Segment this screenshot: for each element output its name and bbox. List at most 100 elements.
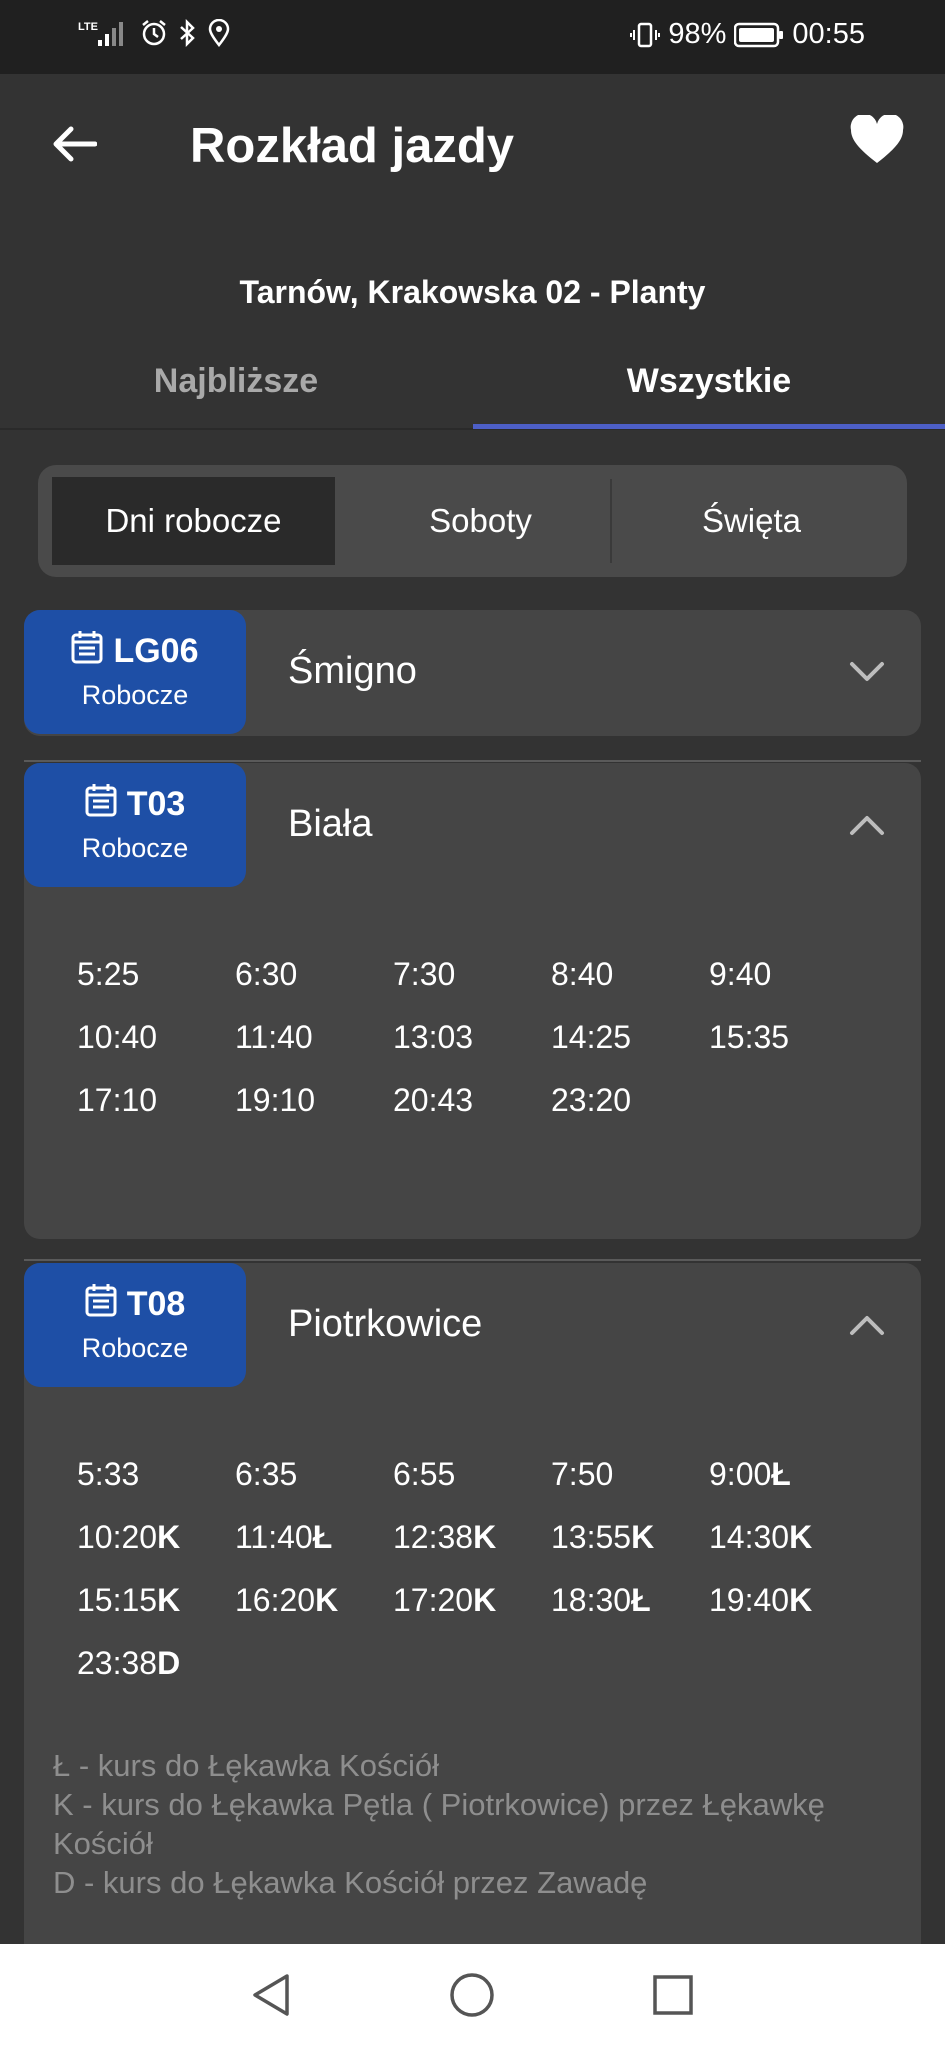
departure-time: 8:40 [551, 953, 709, 996]
departure-time: 9:00Ł [709, 1453, 867, 1496]
departure-time: 6:30 [235, 953, 393, 996]
line-number: T08 [126, 1285, 186, 1323]
time-value: 11:40 [235, 1519, 313, 1555]
square-recents-icon [652, 1974, 694, 2021]
time-value: 15:15 [77, 1582, 158, 1618]
svg-text:LTE: LTE [78, 21, 98, 33]
time-value: 8:40 [551, 956, 614, 992]
departure-time: 6:55 [393, 1453, 551, 1496]
departure-time: 7:30 [393, 953, 551, 996]
line-number: LG06 [113, 632, 199, 670]
departure-time: 13:55K [551, 1516, 709, 1559]
departure-time: 19:10 [235, 1079, 393, 1122]
time-mark: K [157, 1582, 181, 1618]
time-mark: D [157, 1645, 181, 1681]
stop-name: Tarnów, Krakowska 02 - Planty [239, 274, 706, 310]
triangle-back-icon [249, 1972, 293, 2023]
departure-time: 14:25 [551, 1016, 709, 1059]
legend-item: K - kurs do Łękawka Pętla ( Piotrkowice)… [53, 1787, 825, 1861]
time-value: 7:30 [393, 956, 456, 992]
time-value: 11:40 [235, 1019, 313, 1055]
departure-time: 15:15K [77, 1579, 235, 1622]
route-badge: T08 Robocze [24, 1263, 246, 1387]
departure-time: 15:35 [709, 1016, 867, 1059]
day-type-selector: Dni robocze Soboty Święta [38, 465, 907, 577]
day-label: Robocze [81, 1333, 189, 1363]
route-badge: LG06 Robocze [24, 610, 246, 734]
collapse-button[interactable] [847, 1307, 887, 1347]
departure-time: 19:40K [709, 1579, 867, 1622]
day-label: Robocze [81, 680, 189, 710]
departure-times: 5:25 6:30 7:30 8:40 9:40 10:40 11:40 13:03 14:25… [77, 953, 867, 1122]
departure-time: 23:38D [77, 1642, 235, 1685]
segment-weekdays[interactable]: Dni robocze [52, 477, 335, 565]
departure-time: 9:40 [709, 953, 867, 996]
departure-time: 10:20K [77, 1516, 235, 1559]
time-mark: K [631, 1519, 655, 1555]
back-button[interactable] [46, 118, 102, 174]
battery-percent: 98% [668, 18, 727, 50]
departure-time: 6:35 [235, 1453, 393, 1496]
arrow-left-icon [51, 124, 98, 169]
time-mark: K [157, 1519, 181, 1555]
time-value: 23:20 [551, 1082, 632, 1118]
calendar-icon [71, 630, 103, 673]
time-value: 5:33 [77, 1456, 140, 1492]
status-bar: LTE 98% 00:55 [0, 0, 945, 74]
departure-times: 5:33 6:35 6:55 7:50 9:00Ł 10:20K 11:40Ł 12:38K 1… [77, 1453, 867, 1685]
calendar-icon [85, 1283, 117, 1326]
card-divider [24, 760, 921, 762]
departure-time: 23:20 [551, 1079, 709, 1122]
legend-item: Ł - kurs do Łękawka Kościół [53, 1748, 439, 1783]
time-mark: Ł [771, 1456, 791, 1492]
destination: Śmigno [288, 650, 417, 692]
time-value: 16:20 [235, 1582, 316, 1618]
route-card-lg06[interactable]: LG06 Robocze Śmigno [24, 610, 921, 736]
departure-time: 16:20K [235, 1579, 393, 1622]
departure-time: 12:38K [393, 1516, 551, 1559]
tab-all[interactable]: Wszystkie [473, 356, 945, 432]
time-value: 10:20 [77, 1519, 158, 1555]
clock: 00:55 [792, 18, 865, 50]
time-value: 19:10 [235, 1082, 316, 1118]
time-value: 6:35 [235, 1456, 298, 1492]
time-mark: Ł [631, 1582, 651, 1618]
departure-time: 5:33 [77, 1453, 235, 1496]
app-header: Rozkład jazdy Tarnów, Krakowska 02 - Pla… [0, 74, 945, 432]
time-mark: Ł [312, 1519, 333, 1555]
departure-time: 11:40 [235, 1016, 393, 1059]
time-value: 5:25 [77, 956, 140, 992]
location-icon [208, 19, 230, 47]
time-value: 10:40 [77, 1019, 158, 1055]
bluetooth-icon [178, 19, 198, 47]
chevron-down-icon [849, 661, 885, 688]
segment-holidays[interactable]: Święta [610, 477, 893, 565]
nav-home-button[interactable] [445, 1970, 499, 2024]
circle-home-icon [449, 1972, 495, 2023]
destination: Biała [288, 803, 373, 845]
time-value: 14:30 [709, 1519, 790, 1555]
expand-button[interactable] [847, 654, 887, 694]
time-mark: K [473, 1582, 497, 1618]
departure-time: 11:40Ł [235, 1516, 393, 1559]
time-value: 18:30 [551, 1582, 632, 1618]
favorite-button[interactable] [845, 110, 909, 174]
page-title: Rozkład jazdy [190, 119, 515, 173]
time-mark: K [789, 1582, 813, 1618]
time-value: 15:35 [709, 1019, 790, 1055]
time-value: 19:40 [709, 1582, 790, 1618]
time-value: 9:40 [709, 956, 772, 992]
heart-icon [849, 113, 905, 170]
collapse-button[interactable] [847, 807, 887, 847]
alarm-icon [140, 19, 168, 47]
time-value: 20:43 [393, 1082, 474, 1118]
time-value: 6:55 [393, 1456, 456, 1492]
nav-back-button[interactable] [244, 1970, 298, 2024]
segment-saturdays[interactable]: Soboty [339, 477, 622, 565]
destination: Piotrkowice [288, 1303, 483, 1345]
nav-recents-button[interactable] [646, 1970, 700, 2024]
route-card-t03: T03 Robocze Biała 5:25 6:30 7:30 8:40 9:40 10… [24, 763, 921, 1239]
calendar-icon [85, 783, 117, 826]
departure-time: 17:10 [77, 1079, 235, 1122]
tab-nearest[interactable]: Najbliższe [0, 356, 472, 432]
